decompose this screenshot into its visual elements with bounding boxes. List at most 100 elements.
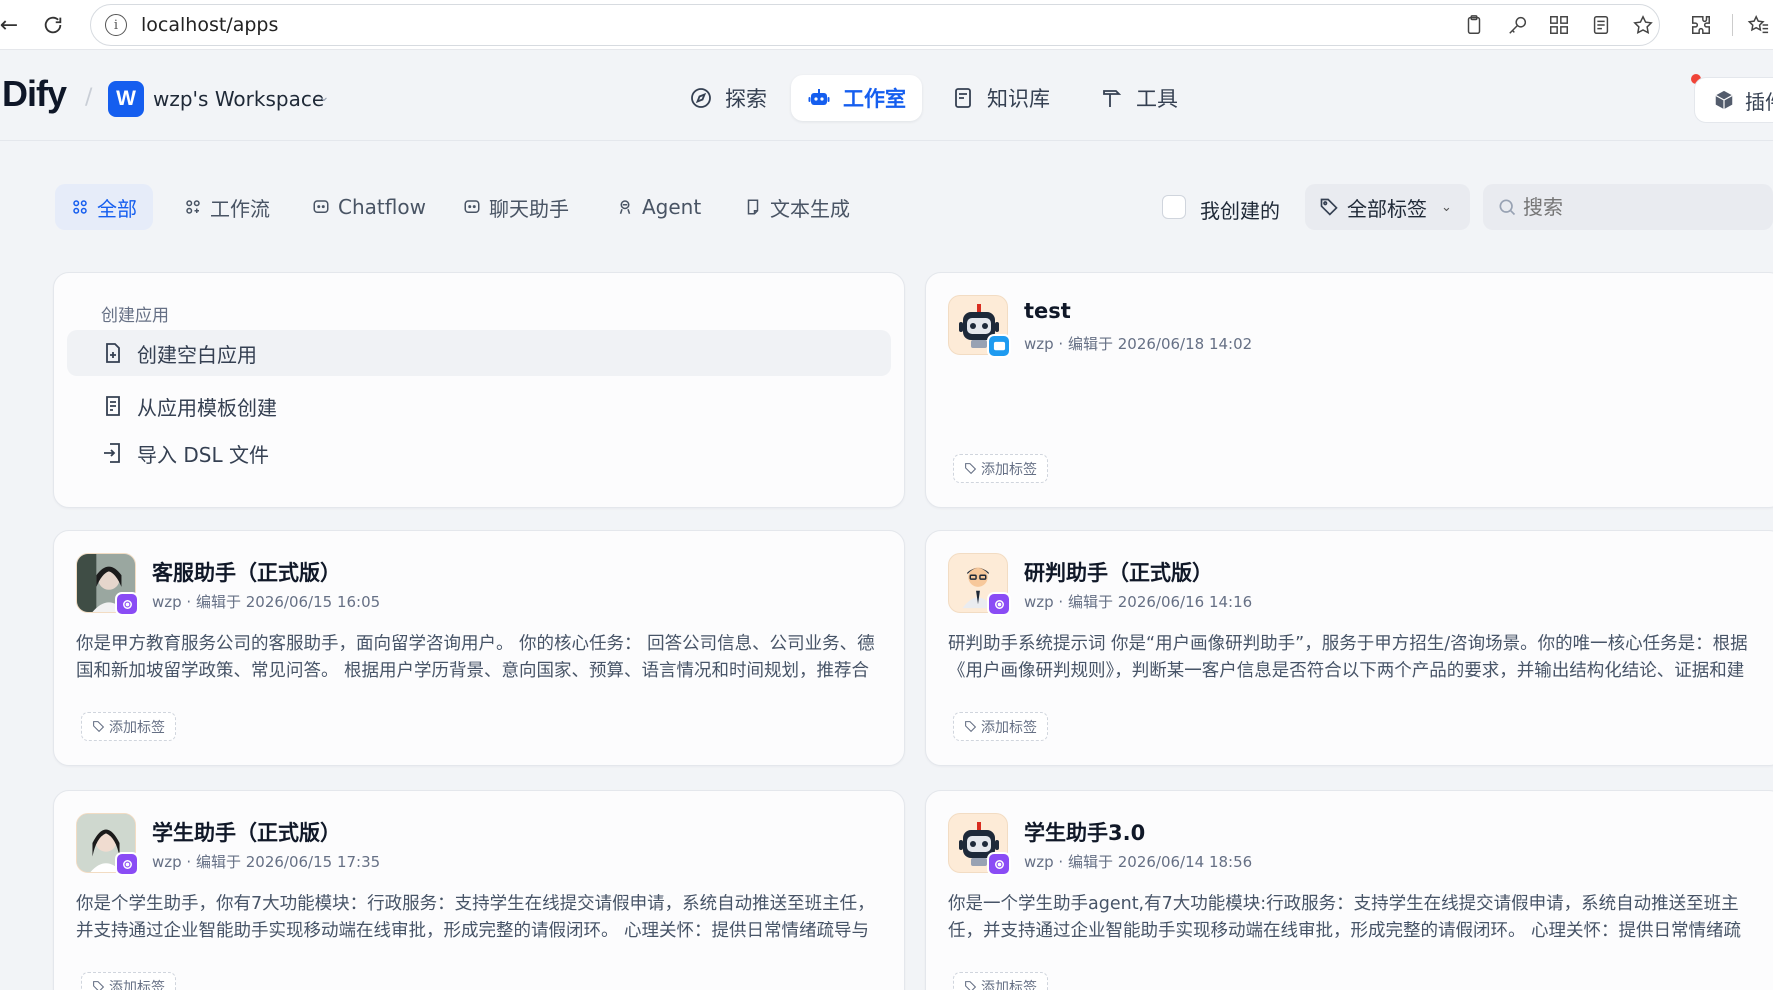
- tab-all[interactable]: 全部: [55, 184, 153, 230]
- app-description: 研判助手系统提示词 你是“用户画像研判助手”，服务于甲方招生/咨询场景。你的唯一…: [948, 634, 1748, 681]
- agent-mode-badge-icon: [987, 852, 1011, 876]
- app-card[interactable]: test wzp · 编辑于 2026/06/18 14:02 添加标签: [925, 272, 1773, 508]
- tag-icon: [93, 981, 105, 990]
- tab-all-label: 全部: [97, 196, 137, 221]
- search-box[interactable]: [1483, 184, 1773, 230]
- plugins-label: 插件: [1745, 89, 1773, 114]
- created-by-me-checkbox[interactable]: [1162, 195, 1186, 219]
- add-tag-button[interactable]: 添加标签: [81, 972, 176, 990]
- created-by-me-label[interactable]: 我创建的: [1200, 195, 1280, 224]
- tag-icon: [93, 721, 105, 733]
- clipboard-icon[interactable]: [1461, 12, 1487, 38]
- add-tag-label: 添加标签: [981, 719, 1037, 736]
- nav-explore[interactable]: 探索: [673, 75, 783, 121]
- tag-icon: [965, 463, 977, 475]
- address-bar[interactable]: i localhost/apps: [90, 4, 1660, 46]
- app-meta: wzp · 编辑于 2026/06/14 18:56: [1024, 853, 1253, 871]
- add-tag-label: 添加标签: [109, 719, 165, 736]
- tab-text-generation-label: 文本生成: [770, 196, 850, 221]
- template-icon: [106, 396, 120, 416]
- nav-studio-label: 工作室: [843, 87, 906, 111]
- app-description: 你是个学生助手，你有7大功能模块：行政服务：支持学生在线提交请假申请，系统自动推…: [76, 894, 875, 941]
- create-from-template-button[interactable]: 从应用模板创建: [67, 383, 891, 429]
- tag-filter-dropdown[interactable]: 全部标签 ⌄: [1305, 184, 1470, 230]
- create-from-template-label: 从应用模板创建: [137, 395, 277, 420]
- add-tag-button[interactable]: 添加标签: [81, 712, 176, 741]
- import-dsl-button[interactable]: 导入 DSL 文件: [67, 430, 891, 476]
- app-card[interactable]: 学生助手3.0 wzp · 编辑于 2026/06/14 18:56 你是一个学…: [925, 790, 1773, 990]
- tab-workflow-label: 工作流: [210, 196, 270, 221]
- app-card[interactable]: 研判助手（正式版） wzp · 编辑于 2026/06/16 14:16 研判助…: [925, 530, 1773, 766]
- chat-mode-badge-icon: [987, 334, 1011, 358]
- tab-chatflow[interactable]: Chatflow: [296, 184, 442, 230]
- agent-icon: [619, 200, 631, 214]
- app-name: 学生助手（正式版）: [152, 821, 341, 845]
- tag-icon: [965, 721, 977, 733]
- chat-bubble-icon: [464, 200, 480, 213]
- app-meta: wzp · 编辑于 2026/06/15 17:35: [152, 853, 381, 871]
- chevron-down-icon[interactable]: ⌄: [318, 89, 330, 105]
- workflow-icon: [186, 200, 200, 214]
- robot-icon: [808, 89, 830, 105]
- tab-text-generation[interactable]: 文本生成: [728, 184, 866, 230]
- app-header: Dify / W wzp's Workspace ⌄ 探索 工作室 知识库 工具…: [0, 51, 1773, 141]
- app-card[interactable]: 客服助手（正式版） wzp · 编辑于 2026/06/15 16:05 你是甲…: [53, 530, 905, 766]
- compass-icon: [691, 88, 711, 108]
- tag-icon: [1320, 198, 1338, 216]
- tab-chatflow-label: Chatflow: [338, 195, 426, 219]
- tab-agent[interactable]: Agent: [600, 184, 717, 230]
- create-app-title: 创建应用: [101, 306, 169, 326]
- nav-tools[interactable]: 工具: [1084, 75, 1194, 121]
- file-plus-icon: [106, 343, 120, 363]
- tab-chat-assistant[interactable]: 聊天助手: [447, 184, 585, 230]
- file-import-icon: [104, 443, 120, 463]
- app-meta: wzp · 编辑于 2026/06/18 14:02: [1024, 335, 1253, 353]
- app-name: 客服助手（正式版）: [152, 561, 341, 585]
- reload-icon[interactable]: [38, 10, 68, 40]
- extensions-icon[interactable]: [1688, 12, 1714, 38]
- add-tag-button[interactable]: 添加标签: [953, 712, 1048, 741]
- dify-logo[interactable]: Dify: [2, 73, 67, 115]
- grid-icon: [73, 200, 87, 214]
- reader-mode-icon[interactable]: [1588, 12, 1614, 38]
- favorites-list-icon[interactable]: [1745, 12, 1771, 38]
- plugins-button[interactable]: 插件: [1694, 77, 1773, 123]
- document-icon: [747, 199, 759, 215]
- hammer-icon: [1103, 90, 1122, 107]
- tag-icon: [965, 981, 977, 990]
- url-text: localhost/apps: [141, 14, 279, 36]
- chatflow-icon: [313, 200, 329, 213]
- tab-agent-label: Agent: [642, 195, 702, 219]
- key-icon[interactable]: [1505, 12, 1531, 38]
- search-input[interactable]: [1523, 195, 1723, 219]
- search-icon: [1499, 199, 1516, 216]
- tag-filter-label: 全部标签: [1347, 196, 1427, 221]
- site-info-icon[interactable]: i: [105, 14, 127, 36]
- workspace-avatar[interactable]: W: [108, 81, 144, 117]
- nav-studio[interactable]: 工作室: [791, 75, 922, 121]
- app-description: 你是一个学生助手agent,有7大功能模块:行政服务：支持学生在线提交请假申请，…: [948, 894, 1742, 941]
- add-tag-label: 添加标签: [981, 461, 1037, 478]
- workspace-name[interactable]: wzp's Workspace: [153, 87, 324, 111]
- tab-workflow[interactable]: 工作流: [168, 184, 286, 230]
- apps-grid-icon[interactable]: [1546, 12, 1572, 38]
- create-app-card: 创建应用 创建空白应用 从应用模板创建 导入 DSL 文件: [53, 272, 905, 508]
- app-name: 学生助手3.0: [1024, 821, 1146, 845]
- create-blank-app-button[interactable]: 创建空白应用: [67, 330, 891, 376]
- app-card[interactable]: 学生助手（正式版） wzp · 编辑于 2026/06/15 17:35 你是个…: [53, 790, 905, 990]
- toolbar-divider: [1732, 14, 1733, 36]
- app-description: 你是甲方教育服务公司的客服助手，面向留学咨询用户。 你的核心任务： 回答公司信息…: [76, 634, 875, 681]
- back-arrow-icon[interactable]: ←: [0, 10, 24, 40]
- browser-toolbar: ← i localhost/apps: [0, 0, 1773, 50]
- book-icon: [955, 88, 971, 108]
- agent-mode-badge-icon: [987, 592, 1011, 616]
- add-tag-label: 添加标签: [109, 979, 165, 990]
- add-tag-button[interactable]: 添加标签: [953, 972, 1048, 990]
- nav-explore-label: 探索: [725, 87, 767, 111]
- create-blank-app-label: 创建空白应用: [137, 342, 257, 367]
- app-meta: wzp · 编辑于 2026/06/15 16:05: [152, 593, 381, 611]
- add-tag-button[interactable]: 添加标签: [953, 454, 1048, 483]
- nav-knowledge[interactable]: 知识库: [935, 75, 1066, 121]
- favorite-star-icon[interactable]: [1630, 12, 1656, 38]
- nav-knowledge-label: 知识库: [987, 87, 1050, 111]
